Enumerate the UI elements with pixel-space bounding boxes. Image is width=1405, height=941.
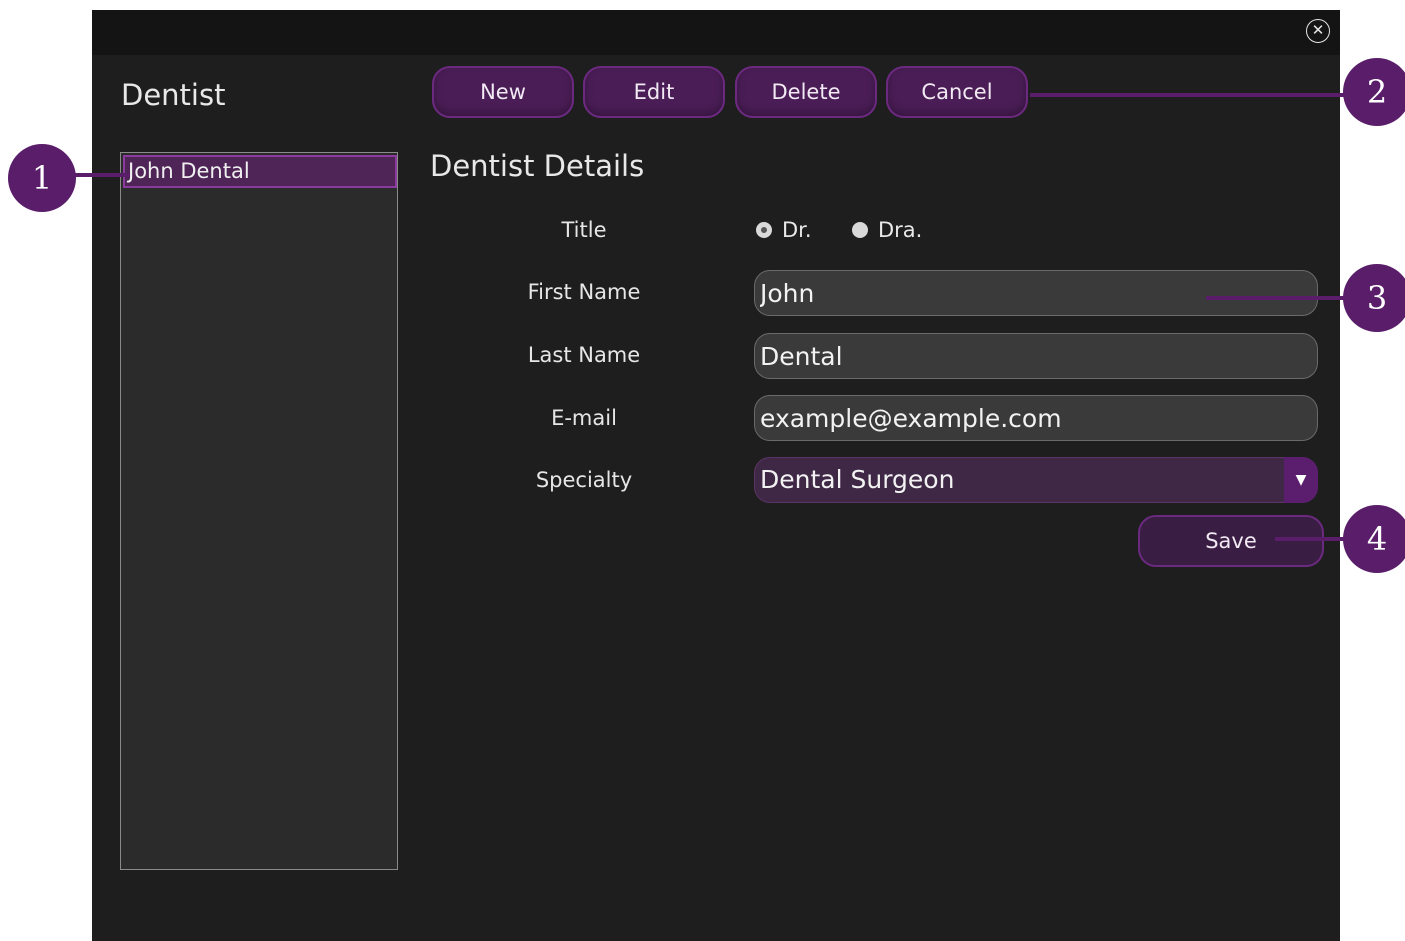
last-name-field[interactable] [754, 333, 1318, 379]
specialty-select[interactable]: Dental Surgeon ▼ [754, 457, 1318, 503]
dentist-window: ✕ Dentist New Edit Delete Cancel John De… [92, 10, 1340, 941]
dentist-list[interactable]: John Dental [120, 152, 398, 870]
radio-checked-icon[interactable] [756, 222, 772, 238]
radio-dr[interactable]: Dr. [756, 218, 812, 242]
chevron-down-icon[interactable]: ▼ [1284, 457, 1318, 503]
title-label: Title [561, 218, 607, 242]
callout-3: 3 [1343, 264, 1405, 332]
radio-dra-label: Dra. [878, 218, 923, 242]
cancel-button[interactable]: Cancel [886, 66, 1028, 118]
delete-button[interactable]: Delete [735, 66, 877, 118]
callout-2-leader [1030, 93, 1350, 97]
close-icon[interactable]: ✕ [1306, 19, 1330, 43]
first-name-label: First Name [527, 280, 641, 304]
callout-1: 1 [8, 144, 76, 212]
callout-2: 2 [1343, 58, 1405, 126]
new-button[interactable]: New [432, 66, 574, 118]
specialty-value: Dental Surgeon [760, 465, 955, 494]
callout-3-leader [1206, 296, 1346, 300]
section-title: Dentist Details [430, 149, 645, 183]
radio-unchecked-icon[interactable] [852, 222, 868, 238]
radio-dr-label: Dr. [782, 218, 812, 242]
callout-4-leader [1275, 537, 1345, 541]
last-name-label: Last Name [527, 343, 641, 367]
panel-title: Dentist [121, 78, 226, 112]
save-button[interactable]: Save [1138, 515, 1324, 567]
first-name-field[interactable] [754, 270, 1318, 316]
list-item[interactable]: John Dental [123, 155, 397, 188]
specialty-label: Specialty [535, 468, 633, 492]
email-field[interactable] [754, 395, 1318, 441]
email-label: E-mail [551, 406, 617, 430]
callout-4: 4 [1343, 505, 1405, 573]
edit-button[interactable]: Edit [583, 66, 725, 118]
title-bar: ✕ [92, 10, 1340, 55]
radio-dra[interactable]: Dra. [852, 218, 922, 242]
